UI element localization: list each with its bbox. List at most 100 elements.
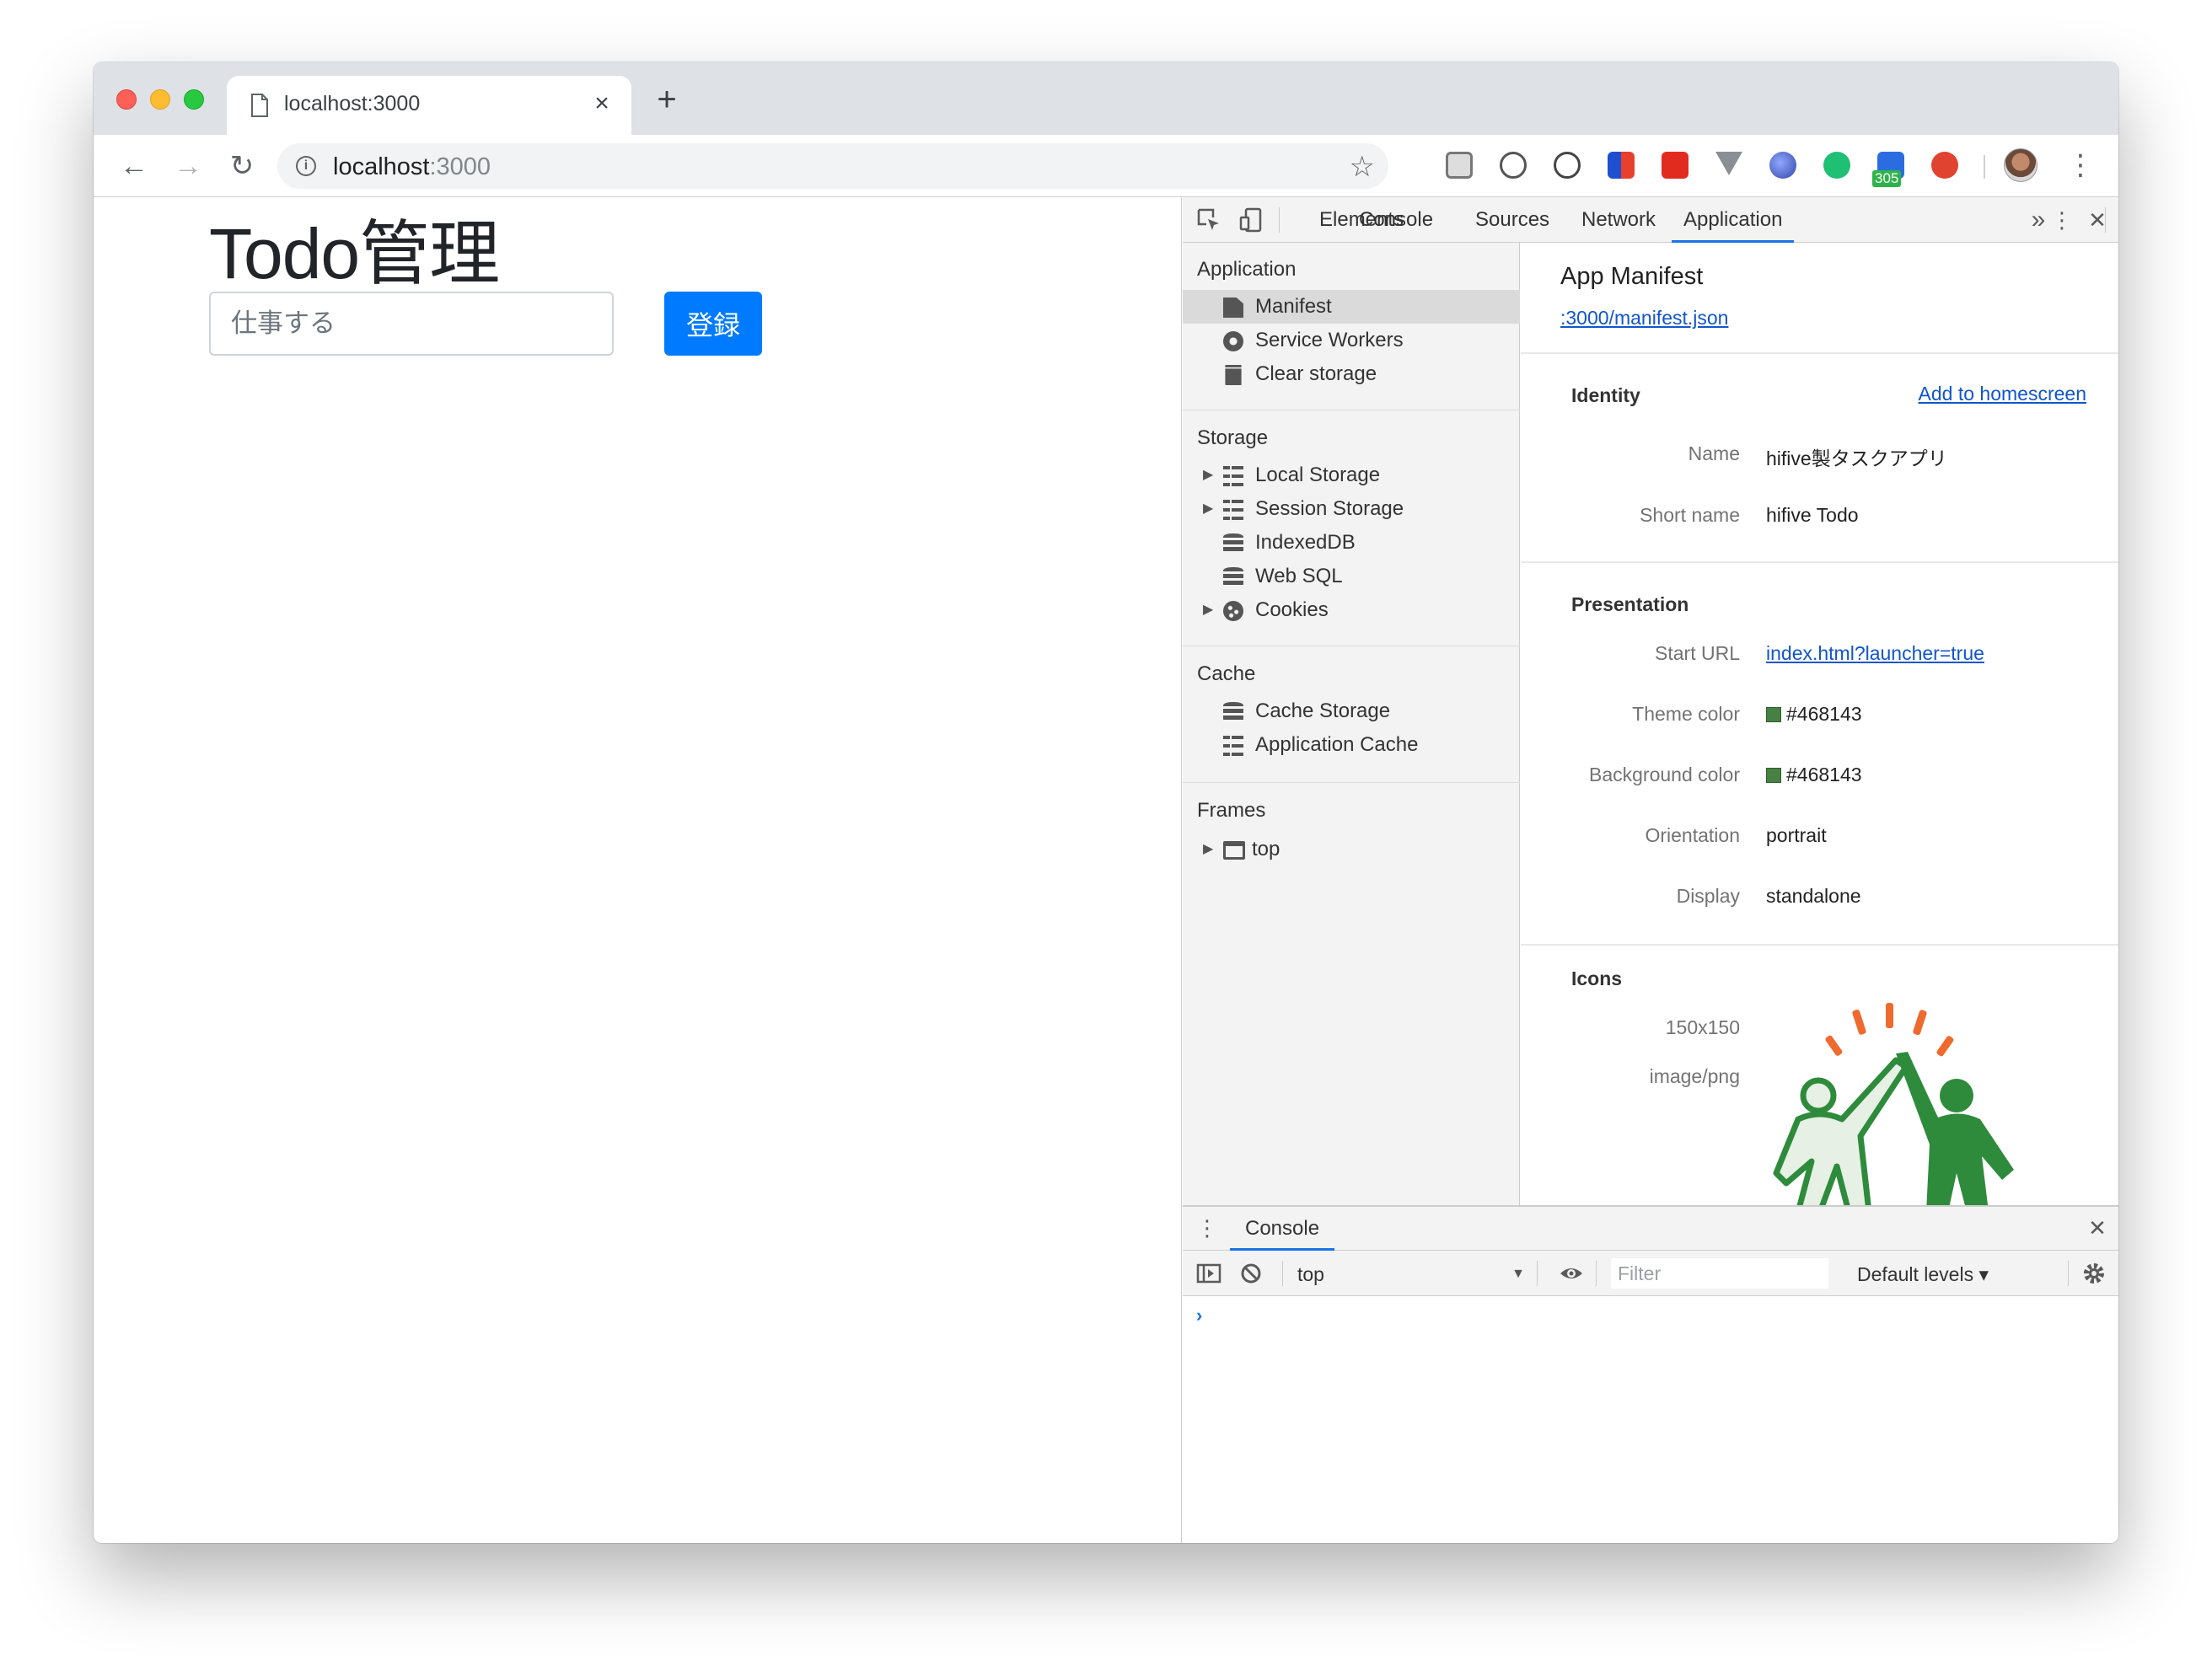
extension-onepassword-icon[interactable] — [1500, 152, 1527, 179]
extension-stop-icon[interactable] — [1931, 152, 1958, 179]
more-tabs-icon[interactable]: » — [2026, 207, 2051, 233]
sidebar-item-cache-storage[interactable]: Cache Storage — [1183, 694, 1520, 728]
manifest-link[interactable]: :3000/manifest.json — [1560, 307, 1728, 330]
browser-window: localhost:3000 × + ← → ↻ i localhost:300… — [94, 62, 2118, 1543]
new-tab-button[interactable]: + — [650, 83, 684, 116]
register-button[interactable]: 登録 — [664, 292, 762, 356]
theme-color-swatch[interactable] — [1766, 707, 1781, 722]
console-separator — [1596, 1261, 1597, 1286]
drawer-menu-icon[interactable]: ⋮ — [1195, 1215, 1220, 1241]
gear-icon — [1223, 331, 1243, 351]
orientation-value: portrait — [1766, 824, 1827, 846]
devtools-menu-icon[interactable]: ⋮ — [2049, 207, 2075, 233]
sidebar-item-local-storage[interactable]: ▶ Local Storage — [1183, 458, 1520, 492]
tab-sources[interactable]: Sources — [1463, 197, 1561, 243]
table-icon — [1223, 466, 1243, 486]
sidebar-item-application-cache[interactable]: Application Cache — [1183, 728, 1520, 762]
display-value: standalone — [1766, 885, 1861, 907]
extension-green-hex-icon[interactable] — [1823, 152, 1850, 179]
extension-badge: 305 — [1872, 170, 1902, 187]
table-icon — [1223, 500, 1243, 520]
clear-console-icon[interactable] — [1238, 1261, 1264, 1286]
expand-arrow-icon[interactable]: ▶ — [1203, 833, 1213, 866]
sidebar-item-indexeddb[interactable]: IndexedDB — [1183, 526, 1520, 560]
profile-avatar[interactable] — [2004, 148, 2038, 182]
url-text[interactable]: localhost:3000 — [333, 153, 491, 181]
toolbar-separator — [1984, 155, 1985, 179]
bookmark-star-icon[interactable]: ☆ — [1350, 150, 1375, 184]
tab-console[interactable]: Console — [1347, 197, 1445, 243]
background-color-swatch[interactable] — [1766, 768, 1781, 783]
section-divider — [1521, 561, 2118, 563]
tab-close-icon[interactable]: × — [588, 89, 616, 118]
todo-input[interactable] — [209, 292, 614, 356]
log-levels-dropdown[interactable]: Default levels ▾ — [1857, 1261, 1989, 1288]
console-separator — [1282, 1261, 1283, 1286]
live-expression-eye-icon[interactable] — [1559, 1261, 1584, 1286]
cookie-icon — [1223, 601, 1243, 621]
drawer-tab-console[interactable]: Console — [1230, 1207, 1335, 1251]
console-prompt[interactable]: › — [1196, 1305, 1202, 1327]
devtools-tabbar: Elements Console Sources Network Applica… — [1183, 197, 2118, 243]
tab-strip: localhost:3000 × + — [94, 62, 2118, 135]
sidebar-header-frames: Frames — [1197, 799, 1266, 822]
tab-network[interactable]: Network — [1570, 197, 1667, 243]
drawer-tabbar: ⋮ Console ✕ — [1183, 1207, 2118, 1251]
expand-arrow-icon[interactable]: ▶ — [1203, 458, 1213, 492]
devtools-panel: Elements Console Sources Network Applica… — [1183, 197, 2118, 1543]
context-select[interactable]: top ▼ — [1297, 1261, 1525, 1288]
browser-menu-icon[interactable]: ⋮ — [2066, 147, 2095, 184]
expand-arrow-icon[interactable]: ▶ — [1203, 492, 1213, 526]
extension-tabit-icon[interactable] — [1608, 152, 1635, 179]
browser-toolbar: ← → ↻ i localhost:3000 ☆ 305 ⋮ — [94, 135, 2118, 197]
sidebar-divider — [1183, 782, 1520, 783]
sidebar-item-frame-top[interactable]: ▶ top — [1183, 833, 1520, 866]
sidebar-item-service-workers[interactable]: Service Workers — [1183, 324, 1520, 357]
icon-type-label: image/png — [1649, 1065, 1740, 1087]
extension-tabs-icon[interactable] — [1446, 152, 1473, 179]
add-to-homescreen-link[interactable]: Add to homescreen — [1919, 383, 2086, 405]
sidebar-header-application: Application — [1197, 258, 1297, 281]
name-value: hifive製タスクアプリ — [1766, 448, 1947, 469]
extension-vue-icon[interactable] — [1715, 152, 1742, 175]
expand-arrow-icon[interactable]: ▶ — [1203, 593, 1213, 627]
console-settings-gear-icon[interactable] — [2081, 1261, 2107, 1286]
start-url-value: index.html?launcher=true — [1766, 642, 1984, 665]
sidebar-toggle-icon[interactable] — [1196, 1261, 1221, 1286]
device-toolbar-icon[interactable] — [1238, 207, 1264, 233]
dropdown-caret-icon: ▼ — [1511, 1267, 1525, 1281]
name-label: Name — [1688, 442, 1740, 464]
back-button[interactable]: ← — [115, 147, 153, 185]
console-separator — [1537, 1261, 1538, 1286]
file-icon — [1223, 297, 1243, 318]
browser-tab[interactable]: localhost:3000 × — [227, 76, 631, 135]
close-window-button[interactable] — [116, 89, 137, 110]
trash-icon — [1225, 365, 1242, 385]
orientation-label: Orientation — [1645, 824, 1740, 846]
tab-application[interactable]: Application — [1672, 197, 1795, 243]
sidebar-item-session-storage[interactable]: ▶ Session Storage — [1183, 492, 1520, 526]
short-name-label: Short name — [1640, 504, 1740, 526]
sidebar-header-storage: Storage — [1197, 426, 1269, 449]
site-info-icon[interactable]: i — [296, 156, 316, 176]
zoom-window-button[interactable] — [184, 89, 204, 110]
devtools-close-icon[interactable]: ✕ — [2085, 207, 2110, 233]
devtools-separator — [1279, 207, 1280, 233]
extension-globe-icon[interactable] — [1769, 152, 1796, 179]
reload-button[interactable]: ↻ — [223, 147, 260, 185]
extension-red-icon[interactable] — [1662, 152, 1689, 179]
sidebar-header-cache: Cache — [1197, 662, 1256, 685]
web-page: Todo管理 登録 — [94, 197, 1182, 1543]
sidebar-item-web-sql[interactable]: Web SQL — [1183, 560, 1520, 593]
extension-sync-icon[interactable] — [1554, 152, 1581, 179]
address-bar[interactable]: i localhost:3000 ☆ — [277, 143, 1388, 189]
minimize-window-button[interactable] — [150, 89, 170, 110]
start-url-link[interactable]: index.html?launcher=true — [1766, 642, 1984, 664]
drawer-close-icon[interactable]: ✕ — [2085, 1215, 2110, 1241]
sidebar-item-manifest[interactable]: Manifest — [1183, 290, 1520, 324]
inspect-element-icon[interactable] — [1196, 207, 1221, 233]
sidebar-item-cookies[interactable]: ▶ Cookies — [1183, 593, 1520, 627]
sidebar-item-clear-storage[interactable]: Clear storage — [1183, 357, 1520, 391]
console-filter-input[interactable] — [1611, 1258, 1828, 1289]
forward-button[interactable]: → — [169, 147, 207, 185]
